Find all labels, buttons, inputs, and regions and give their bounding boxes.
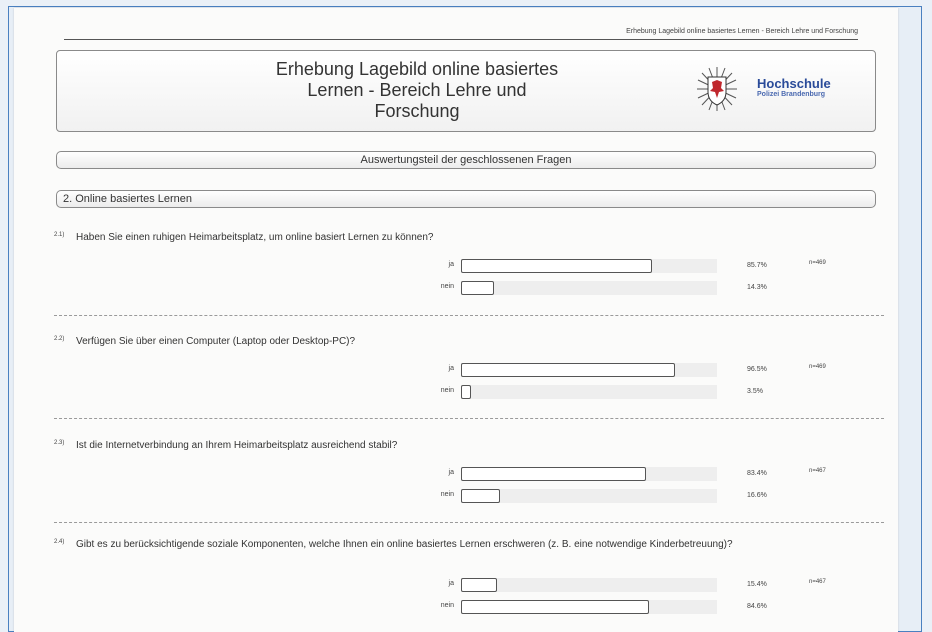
answer-percent: 85.7% — [747, 262, 767, 269]
answer-percent: 14.3% — [747, 284, 767, 291]
answer-bar — [461, 281, 494, 295]
answer-percent: 83.4% — [747, 470, 767, 477]
bar-track — [461, 385, 717, 399]
answer-row: ja 96.5% — [434, 363, 834, 377]
answer-label: nein — [440, 491, 454, 498]
question-text: Verfügen Sie über einen Computer (Laptop… — [76, 336, 356, 347]
brandenburg-eagle-crest-icon — [697, 67, 737, 111]
answer-percent: 3.5% — [747, 388, 763, 395]
answer-bar — [461, 600, 649, 614]
answer-label: ja — [448, 469, 454, 476]
answer-label: nein — [440, 283, 454, 290]
answer-label: nein — [440, 387, 454, 394]
survey-title: Erhebung Lagebild online basiertes Lerne… — [257, 59, 577, 122]
question-text: Ist die Internetverbindung an Ihrem Heim… — [76, 440, 398, 451]
answer-row: nein 16.6% — [434, 489, 834, 503]
question-divider — [54, 522, 884, 523]
answer-bar — [461, 259, 652, 273]
question-number: 2.4) — [54, 539, 65, 545]
answer-label: ja — [448, 365, 454, 372]
answer-row: nein 84.6% — [434, 600, 834, 614]
answer-row: nein 14.3% — [434, 281, 834, 295]
answer-percent: 84.6% — [747, 603, 767, 610]
bar-track — [461, 363, 717, 377]
bar-track — [461, 259, 717, 273]
question-text: Haben Sie einen ruhigen Heimarbeitsplatz… — [76, 232, 434, 243]
answer-bar — [461, 489, 500, 503]
answer-row: ja 15.4% — [434, 578, 834, 592]
answer-bar — [461, 363, 675, 377]
answer-row: nein 3.5% — [434, 385, 834, 399]
answer-label: ja — [448, 580, 454, 587]
answer-row: ja 85.7% — [434, 259, 834, 273]
title-line: Lernen - Bereich Lehre und — [307, 80, 527, 100]
bar-track — [461, 600, 717, 614]
title-box: Erhebung Lagebild online basiertes Lerne… — [56, 50, 876, 132]
title-line: Erhebung Lagebild online basiertes — [275, 59, 559, 79]
bar-track — [461, 281, 717, 295]
answer-bar — [461, 385, 471, 399]
bar-track — [461, 467, 717, 481]
question-number: 2.3) — [54, 440, 65, 446]
question-divider — [54, 418, 884, 419]
answer-label: ja — [448, 261, 454, 268]
bar-track — [461, 578, 717, 592]
bar-track — [461, 489, 717, 503]
survey-page: Erhebung Lagebild online basiertes Lerne… — [14, 8, 898, 632]
school-name: Hochschule — [757, 76, 831, 91]
running-head: Erhebung Lagebild online basiertes Lerne… — [64, 28, 858, 40]
answer-label: nein — [440, 602, 454, 609]
school-subtitle: Polizei Brandenburg — [757, 91, 826, 98]
question-number: 2.1) — [54, 232, 65, 238]
answer-percent: 96.5% — [747, 366, 767, 373]
title-line: Forschung — [374, 101, 460, 121]
question-divider — [54, 315, 884, 316]
answer-percent: 16.6% — [747, 492, 767, 499]
answer-bar — [461, 578, 497, 592]
answer-row: ja 83.4% — [434, 467, 834, 481]
answer-percent: 15.4% — [747, 581, 767, 588]
question-text: Gibt es zu berücksichtigende soziale Kom… — [76, 539, 733, 550]
section-header-closed-questions: Auswertungsteil der geschlossenen Fragen — [56, 151, 876, 169]
answer-bar — [461, 467, 646, 481]
question-number: 2.2) — [54, 336, 65, 342]
section-header-online-learning: 2. Online basiertes Lernen — [56, 190, 876, 208]
